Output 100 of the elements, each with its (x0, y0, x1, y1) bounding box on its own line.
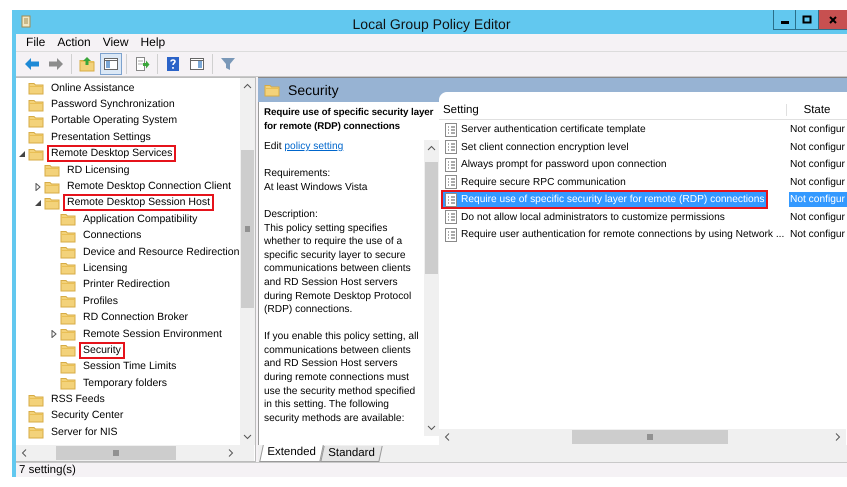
folder-icon (28, 408, 44, 423)
menu-item[interactable]: File (21, 35, 50, 50)
requirements-text: At least Windows Vista (264, 180, 368, 194)
menu-item[interactable]: Help (136, 35, 170, 50)
policy-setting-link[interactable]: policy setting (284, 140, 344, 152)
tree-item[interactable]: Session Time Limits (79, 358, 180, 376)
vertical-scrollbar[interactable] (240, 78, 255, 445)
setting-name: Do not allow local administrators to customize permissions (461, 212, 725, 223)
tree-item[interactable]: Server for NIS (47, 424, 122, 441)
tree-item[interactable]: Connections (79, 227, 146, 244)
help-icon (165, 56, 181, 72)
description-text: If you enable this policy setting, all communications between clients and RD Session Host servers during remote connections must use the security method specified in this setting. The following security methods are available: (264, 330, 420, 426)
folder-icon (60, 343, 76, 358)
folder-icon (60, 261, 76, 276)
folder-icon (28, 114, 44, 128)
tree-item[interactable]: RSS Feeds (47, 391, 109, 408)
setting-name: Always prompt for password upon connection (461, 159, 667, 170)
setting-name: Server authentication certificate template (461, 124, 646, 136)
setting-name: Require secure RPC communication (461, 176, 626, 188)
minimize-icon (780, 21, 788, 24)
folder-icon (60, 228, 76, 243)
policy-icon (443, 226, 459, 243)
tree-item[interactable]: Presentation Settings (47, 128, 155, 146)
state-cell-text: Not configur (789, 140, 846, 155)
menu-item[interactable]: Action (52, 35, 96, 50)
folder-icon (44, 196, 60, 210)
state-cell-text: Not configur (789, 123, 846, 138)
setting-name: Require user authentication for remote connections by using Network ... (461, 229, 784, 240)
tree-item[interactable]: Online Assistance (47, 80, 138, 97)
column-header[interactable]: State (804, 104, 830, 116)
pane-layout-icon (103, 56, 119, 72)
view-tab[interactable]: Standard (320, 446, 382, 462)
policy-icon (443, 122, 459, 138)
column-header[interactable]: Setting (443, 104, 479, 116)
pane-layout-icon (189, 56, 205, 72)
setting-name: Require use of specific security layer for remote (RDP) connections (461, 194, 764, 206)
state-cell-text: Not configur (789, 158, 846, 172)
document-arrow-icon (134, 56, 150, 72)
tree-item[interactable]: Remote Session Environment (79, 326, 226, 343)
horizontal-scrollbar[interactable] (439, 428, 846, 445)
setting-name: Set client connection encryption level (461, 142, 629, 153)
tree-item[interactable]: Remote Desktop Services (47, 145, 176, 162)
tree-item[interactable]: RD Licensing (63, 162, 134, 179)
tree-button[interactable] (100, 53, 122, 76)
folder-icon (60, 212, 76, 226)
filter-icon (220, 56, 236, 72)
state-cell-text: Not configur (789, 210, 846, 225)
folder-icon (28, 392, 44, 407)
requirements-label: Requirements: (264, 167, 332, 181)
close-icon (828, 14, 838, 24)
tree-item[interactable]: Portable Operating System (47, 112, 182, 130)
tree-item[interactable]: Security Center (47, 407, 128, 424)
tree-item[interactable]: Remote Desktop Session Host (63, 194, 214, 212)
setting-row[interactable]: Require secure RPC communication Not configur (439, 173, 847, 191)
tree-item[interactable]: Password Synchronization (47, 96, 179, 114)
tree-item[interactable]: Profiles (79, 292, 122, 310)
tree-item[interactable]: Printer Redirection (79, 276, 174, 294)
expanded-arrow-icon[interactable] (34, 198, 42, 207)
horizontal-scrollbar[interactable] (16, 444, 239, 461)
folder-icon (28, 146, 44, 161)
tree-item[interactable]: Security (79, 342, 125, 359)
folder-icon (60, 327, 76, 342)
folder-icon (28, 81, 44, 96)
maximize-button[interactable] (796, 10, 819, 30)
folder-icon (264, 82, 280, 97)
app-icon (20, 14, 32, 29)
setting-row[interactable]: Always prompt for password upon connection Not configur (439, 156, 847, 174)
policy-icon (443, 174, 459, 190)
folder-icon (60, 245, 76, 260)
setting-row[interactable]: Server authentication certificate template Not configur (439, 120, 847, 138)
tree-item[interactable]: Licensing (79, 260, 132, 277)
tree-item[interactable]: RD Connection Broker (79, 309, 192, 326)
tree-item[interactable]: Application Compatibility (79, 210, 202, 228)
minimize-button[interactable] (773, 10, 796, 30)
setting-row[interactable]: Do not allow local administrators to customize permissions Not configur (439, 208, 847, 226)
expanded-arrow-icon[interactable] (18, 150, 26, 158)
close-button[interactable] (819, 10, 847, 30)
tree-item[interactable]: Temporary folders (79, 374, 172, 392)
view-tab[interactable]: Extended (259, 444, 324, 462)
status-text: 7 setting(s) (19, 464, 76, 476)
vertical-scrollbar[interactable] (424, 140, 439, 436)
tree-item[interactable]: Device and Resource Redirection (79, 244, 240, 261)
panel-title: Security (288, 82, 339, 98)
folder-icon (28, 98, 44, 112)
policy-icon (443, 139, 459, 156)
folder-icon (60, 310, 76, 325)
collapsed-arrow-icon[interactable] (50, 330, 58, 338)
setting-row[interactable]: Require user authentication for remote connections by using Network ... Not configur (439, 226, 847, 244)
folder-icon (44, 180, 60, 194)
folder-icon (60, 376, 76, 390)
state-cell: Not configur (789, 192, 847, 208)
tree-item[interactable]: Remote Desktop Connection Client (63, 178, 236, 196)
collapsed-arrow-icon[interactable] (34, 182, 42, 190)
folder-arrow-icon (79, 56, 95, 72)
policy-icon (443, 192, 459, 208)
back-arrow-icon (24, 56, 40, 72)
folder-icon (60, 360, 76, 374)
setting-row[interactable]: Set client connection encryption level Not configur (439, 138, 847, 156)
window-title: Local Group Policy Editor (352, 16, 510, 32)
menu-item[interactable]: View (98, 35, 134, 50)
